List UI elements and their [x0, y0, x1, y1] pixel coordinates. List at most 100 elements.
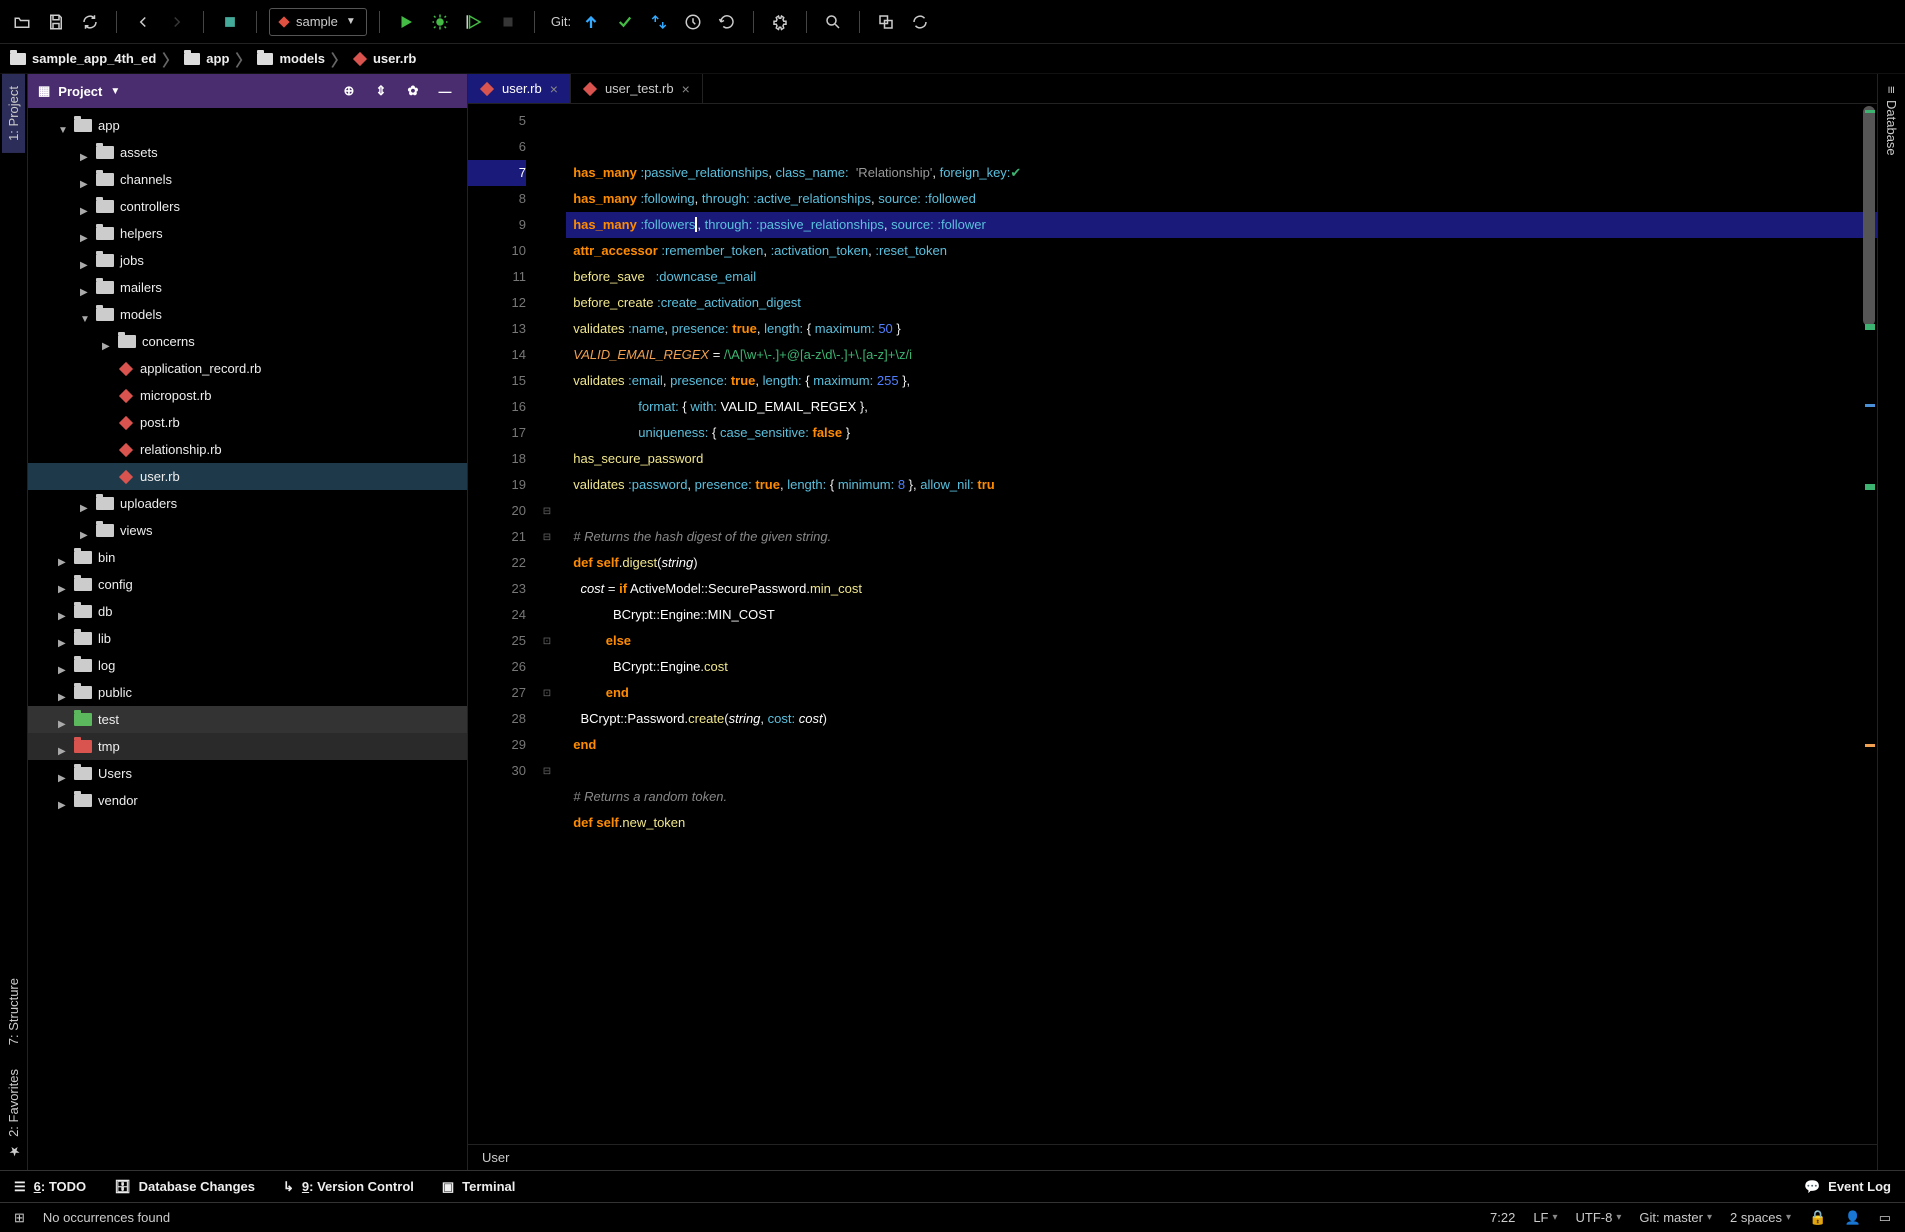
- code-line[interactable]: end: [566, 732, 1877, 758]
- fold-toggle-icon[interactable]: ⊟: [538, 524, 556, 550]
- line-number[interactable]: 27: [468, 680, 526, 706]
- collapse-all-icon[interactable]: ⇕: [369, 79, 393, 103]
- tool-tab-database[interactable]: ≡Database: [1880, 74, 1903, 167]
- expand-arrow-icon[interactable]: [80, 175, 90, 185]
- code-line[interactable]: uniqueness: { case_sensitive: false }: [566, 420, 1877, 446]
- tree-row[interactable]: views: [28, 517, 467, 544]
- git-history-icon[interactable]: [679, 8, 707, 36]
- project-view-selector[interactable]: ▦ Project ▼: [38, 83, 329, 99]
- tree-row[interactable]: application_record.rb: [28, 355, 467, 382]
- tree-row[interactable]: config: [28, 571, 467, 598]
- expand-arrow-icon[interactable]: [58, 634, 68, 644]
- close-icon[interactable]: ×: [550, 81, 558, 97]
- expand-arrow-icon[interactable]: [58, 769, 68, 779]
- fold-toggle-icon[interactable]: ⊡: [538, 680, 556, 706]
- line-number[interactable]: 17: [468, 420, 526, 446]
- tree-row[interactable]: db: [28, 598, 467, 625]
- code-line[interactable]: format: { with: VALID_EMAIL_REGEX },: [566, 394, 1877, 420]
- line-number[interactable]: 10: [468, 238, 526, 264]
- tool-tab-favorites[interactable]: ★2: Favorites: [2, 1057, 25, 1170]
- line-number[interactable]: 28: [468, 706, 526, 732]
- tree-row[interactable]: models: [28, 301, 467, 328]
- error-stripe[interactable]: [1863, 104, 1877, 1144]
- tree-row[interactable]: user.rb: [28, 463, 467, 490]
- code-line[interactable]: before_save :downcase_email: [566, 264, 1877, 290]
- code-line[interactable]: before_create :create_activation_digest: [566, 290, 1877, 316]
- event-log-button[interactable]: 💬Event Log: [1804, 1179, 1891, 1195]
- tool-tab-structure[interactable]: 7: Structure: [2, 966, 25, 1057]
- tree-row[interactable]: bin: [28, 544, 467, 571]
- expand-arrow-icon[interactable]: [58, 661, 68, 671]
- line-number[interactable]: 18: [468, 446, 526, 472]
- tree-row[interactable]: helpers: [28, 220, 467, 247]
- line-number[interactable]: 14: [468, 342, 526, 368]
- code-line[interactable]: VALID_EMAIL_REGEX = /\A[\w+\-.]+@[a-z\d\…: [566, 342, 1877, 368]
- hide-icon[interactable]: —: [433, 79, 457, 103]
- code-line[interactable]: else: [566, 628, 1877, 654]
- code-line[interactable]: has_many :followers, through: :passive_r…: [566, 212, 1877, 238]
- code-editor[interactable]: 5678910111213141516171819202122232425262…: [468, 104, 1877, 1144]
- line-number[interactable]: 21: [468, 524, 526, 550]
- expand-arrow-icon[interactable]: [58, 553, 68, 563]
- code-line[interactable]: cost = if ActiveModel::SecurePassword.mi…: [566, 576, 1877, 602]
- tool-tab-vcs[interactable]: ↳9: Version Control: [283, 1179, 414, 1195]
- expand-arrow-icon[interactable]: [80, 256, 90, 266]
- code-line[interactable]: BCrypt::Password.create(string, cost: co…: [566, 706, 1877, 732]
- line-number[interactable]: 5: [468, 108, 526, 134]
- tree-row[interactable]: test: [28, 706, 467, 733]
- tree-row[interactable]: concerns: [28, 328, 467, 355]
- expand-arrow-icon[interactable]: [58, 796, 68, 806]
- tool-tab-db-changes[interactable]: 🗄Database Changes: [114, 1179, 255, 1195]
- build-icon[interactable]: [216, 8, 244, 36]
- code-line[interactable]: def self.digest(string): [566, 550, 1877, 576]
- expand-arrow-icon[interactable]: [80, 283, 90, 293]
- close-icon[interactable]: ×: [682, 81, 690, 97]
- run-coverage-icon[interactable]: [460, 8, 488, 36]
- line-number[interactable]: 30: [468, 758, 526, 784]
- line-number[interactable]: 15: [468, 368, 526, 394]
- line-number[interactable]: 8: [468, 186, 526, 212]
- line-number[interactable]: 25: [468, 628, 526, 654]
- tree-row[interactable]: relationship.rb: [28, 436, 467, 463]
- expand-arrow-icon[interactable]: [80, 526, 90, 536]
- line-separator[interactable]: LF: [1533, 1210, 1557, 1225]
- tree-row[interactable]: jobs: [28, 247, 467, 274]
- code-line[interactable]: end: [566, 680, 1877, 706]
- expand-arrow-icon[interactable]: [58, 121, 68, 131]
- git-update-icon[interactable]: [577, 8, 605, 36]
- code-line[interactable]: BCrypt::Engine::MIN_COST: [566, 602, 1877, 628]
- line-number[interactable]: 6: [468, 134, 526, 160]
- expand-arrow-icon[interactable]: [58, 607, 68, 617]
- breadcrumb-item[interactable]: app: [184, 51, 229, 66]
- tree-row[interactable]: uploaders: [28, 490, 467, 517]
- editor-tab[interactable]: user_test.rb×: [571, 74, 703, 103]
- editor-tab[interactable]: user.rb×: [468, 74, 571, 103]
- git-branch[interactable]: Git: master: [1639, 1210, 1712, 1225]
- code-line[interactable]: def self.new_token: [566, 810, 1877, 836]
- tree-row[interactable]: public: [28, 679, 467, 706]
- line-number[interactable]: 11: [468, 264, 526, 290]
- tree-row[interactable]: Users: [28, 760, 467, 787]
- sync-icon[interactable]: [76, 8, 104, 36]
- gear-icon[interactable]: ✿: [401, 79, 425, 103]
- code-line[interactable]: validates :password, presence: true, len…: [566, 472, 1877, 498]
- line-number[interactable]: 20: [468, 498, 526, 524]
- settings-icon[interactable]: [766, 8, 794, 36]
- ide-update-icon[interactable]: [906, 8, 934, 36]
- line-number[interactable]: 13: [468, 316, 526, 342]
- project-tree[interactable]: appassetschannelscontrollershelpersjobsm…: [28, 108, 467, 1170]
- line-number-gutter[interactable]: 5678910111213141516171819202122232425262…: [468, 104, 538, 1144]
- tool-tab-todo[interactable]: ☰6: TODO: [14, 1179, 86, 1195]
- line-number[interactable]: 22: [468, 550, 526, 576]
- line-number[interactable]: 16: [468, 394, 526, 420]
- expand-arrow-icon[interactable]: [58, 688, 68, 698]
- file-encoding[interactable]: UTF-8: [1576, 1210, 1622, 1225]
- expand-arrow-icon[interactable]: [80, 499, 90, 509]
- expand-arrow-icon[interactable]: [58, 580, 68, 590]
- back-icon[interactable]: [129, 8, 157, 36]
- tree-row[interactable]: assets: [28, 139, 467, 166]
- line-number[interactable]: 23: [468, 576, 526, 602]
- stop-icon[interactable]: [494, 8, 522, 36]
- line-number[interactable]: 19: [468, 472, 526, 498]
- tree-row[interactable]: controllers: [28, 193, 467, 220]
